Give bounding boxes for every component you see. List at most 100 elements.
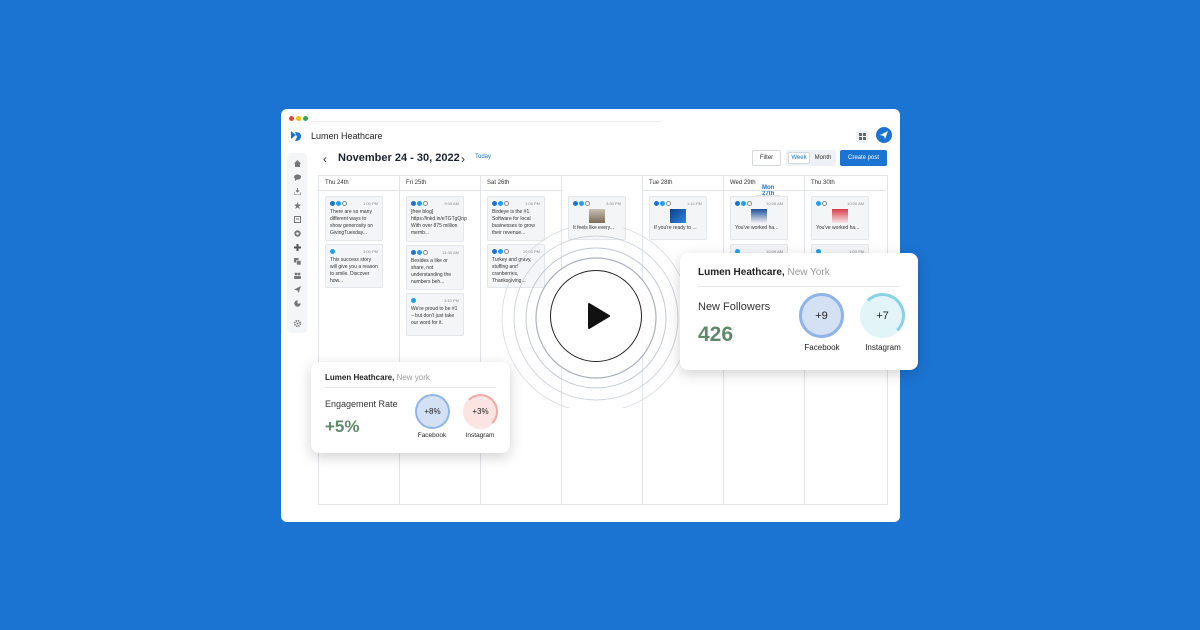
facebook-icon <box>492 249 497 254</box>
post-text: There are so many different ways to show… <box>330 209 374 236</box>
instagram-label: Instagram <box>465 432 495 439</box>
sidebar <box>287 153 307 333</box>
close-dot[interactable] <box>289 116 294 121</box>
engagement-card: Lumen Heathcare, New york Engagement Rat… <box>311 362 510 453</box>
facebook-ring: +8% <box>415 394 450 429</box>
filter-button[interactable]: Filter <box>752 150 781 166</box>
post-time: 10:00 AM <box>847 201 864 206</box>
facebook-label: Facebook <box>804 343 840 352</box>
paper-plane-icon <box>880 131 888 139</box>
video-play-button[interactable] <box>550 270 642 362</box>
post-text: This success story will give you a reaso… <box>330 257 378 284</box>
business-location: New york <box>394 373 430 382</box>
facebook-icon <box>411 201 416 206</box>
google-icon <box>504 201 509 206</box>
twitter-icon <box>498 201 503 206</box>
app-title: Lumen Heathcare <box>311 131 383 141</box>
twitter-icon <box>417 250 422 255</box>
chat-icon[interactable] <box>293 173 301 181</box>
post-thumbnail <box>832 209 848 223</box>
google-icon <box>423 250 428 255</box>
google-icon <box>747 201 752 206</box>
twitter-icon <box>660 201 665 206</box>
day-header: Sat 26th <box>481 176 561 191</box>
post-time: 3:30 PM <box>606 201 621 206</box>
calendar-toolbar: ‹ November 24 - 30, 2022 › Today Filter … <box>281 149 900 171</box>
business-location: New York <box>784 267 830 278</box>
post-card[interactable]: 3:10 PM We're proud to be #1 – but don't… <box>406 293 464 336</box>
divider <box>698 286 899 287</box>
card-title: Lumen Heathcare, New York <box>698 267 830 278</box>
day-header: Fri 25th <box>400 176 480 191</box>
app-header: Lumen Heathcare <box>281 125 900 149</box>
post-card[interactable]: 1:00 PM There are so many different ways… <box>325 196 383 241</box>
twitter-icon <box>330 249 335 254</box>
twitter-icon <box>417 201 422 206</box>
google-icon <box>822 201 827 206</box>
day-header: Wed 29th <box>724 176 804 191</box>
divider <box>325 387 496 388</box>
chart-pie-icon[interactable] <box>293 299 301 307</box>
post-time: 3:10 PM <box>444 298 459 303</box>
star-icon[interactable] <box>293 201 301 209</box>
day-header: Thu 30th <box>805 176 886 191</box>
month-view-button[interactable]: Month <box>812 152 834 164</box>
twitter-icon <box>411 298 416 303</box>
play-icon <box>588 303 610 329</box>
facebook-icon <box>573 201 578 206</box>
post-card[interactable]: 11:30 AM Besides a like or share, not un… <box>406 245 464 290</box>
settings-gear-icon[interactable] <box>293 319 301 327</box>
maximize-dot[interactable] <box>303 116 308 121</box>
instagram-ring: +7 <box>860 293 905 338</box>
metric-label: Engagement Rate <box>325 399 398 409</box>
minimize-dot[interactable] <box>296 116 301 121</box>
next-week-chevron-icon[interactable]: › <box>461 152 465 166</box>
twitter-icon <box>579 201 584 206</box>
day-header: Tue 28th <box>643 176 723 191</box>
facebook-icon <box>330 201 335 206</box>
puzzle-icon[interactable] <box>293 243 301 251</box>
google-icon <box>585 201 590 206</box>
metric-label: New Followers <box>698 301 771 313</box>
day-column: Thu 24th 1:00 PM There are so many diffe… <box>319 176 400 504</box>
date-range-title: November 24 - 30, 2022 <box>338 152 460 164</box>
post-text: [free blog] https://lnkd.in/eTGTgQnp Wit… <box>411 209 467 236</box>
facebook-icon <box>492 201 497 206</box>
google-icon <box>342 201 347 206</box>
target-icon[interactable] <box>293 229 301 237</box>
brand-logo-icon <box>291 131 301 141</box>
users-icon[interactable] <box>293 271 301 279</box>
window-controls <box>289 116 308 121</box>
facebook-icon <box>411 250 416 255</box>
post-card[interactable]: 10:08 AM You've worked ha... <box>730 196 788 240</box>
apps-grid-button[interactable] <box>856 130 869 143</box>
post-card[interactable]: 9:00 AM [free blog] https://lnkd.in/eTGT… <box>406 196 467 242</box>
inbox-icon[interactable] <box>293 187 301 195</box>
post-thumbnail <box>670 209 686 223</box>
facebook-icon <box>735 201 740 206</box>
today-link[interactable]: Today <box>475 154 491 160</box>
post-time: 11:30 AM <box>442 250 459 255</box>
google-icon <box>423 201 428 206</box>
document-icon[interactable] <box>293 215 301 223</box>
prev-week-chevron-icon[interactable]: ‹ <box>323 152 327 166</box>
copy-icon[interactable] <box>293 257 301 265</box>
post-text: You've worked ha... <box>816 225 860 231</box>
post-time: 3:00 PM <box>363 249 378 254</box>
post-thumbnail <box>589 209 605 223</box>
post-card[interactable]: 10:00 AM You've worked ha... <box>811 196 869 240</box>
facebook-icon <box>654 201 659 206</box>
google-icon <box>666 201 671 206</box>
post-card[interactable]: 3:00 PM This success story will give you… <box>325 244 383 288</box>
post-text: You've worked ha... <box>735 225 779 231</box>
instagram-ring: +3% <box>463 394 498 429</box>
followers-card: Lumen Heathcare, New York New Followers … <box>680 253 918 370</box>
send-icon[interactable] <box>293 285 301 293</box>
post-time: 10:08 AM <box>766 201 783 206</box>
week-view-button[interactable]: Week <box>788 152 810 164</box>
send-button[interactable] <box>876 127 892 143</box>
card-title: Lumen Heathcare, New york <box>325 373 430 382</box>
day-column: Fri 25th 9:00 AM [free blog] https://lnk… <box>400 176 481 504</box>
post-text: We're proud to be #1 – but don't just ta… <box>411 306 458 326</box>
create-post-button[interactable]: Create post <box>840 150 887 166</box>
